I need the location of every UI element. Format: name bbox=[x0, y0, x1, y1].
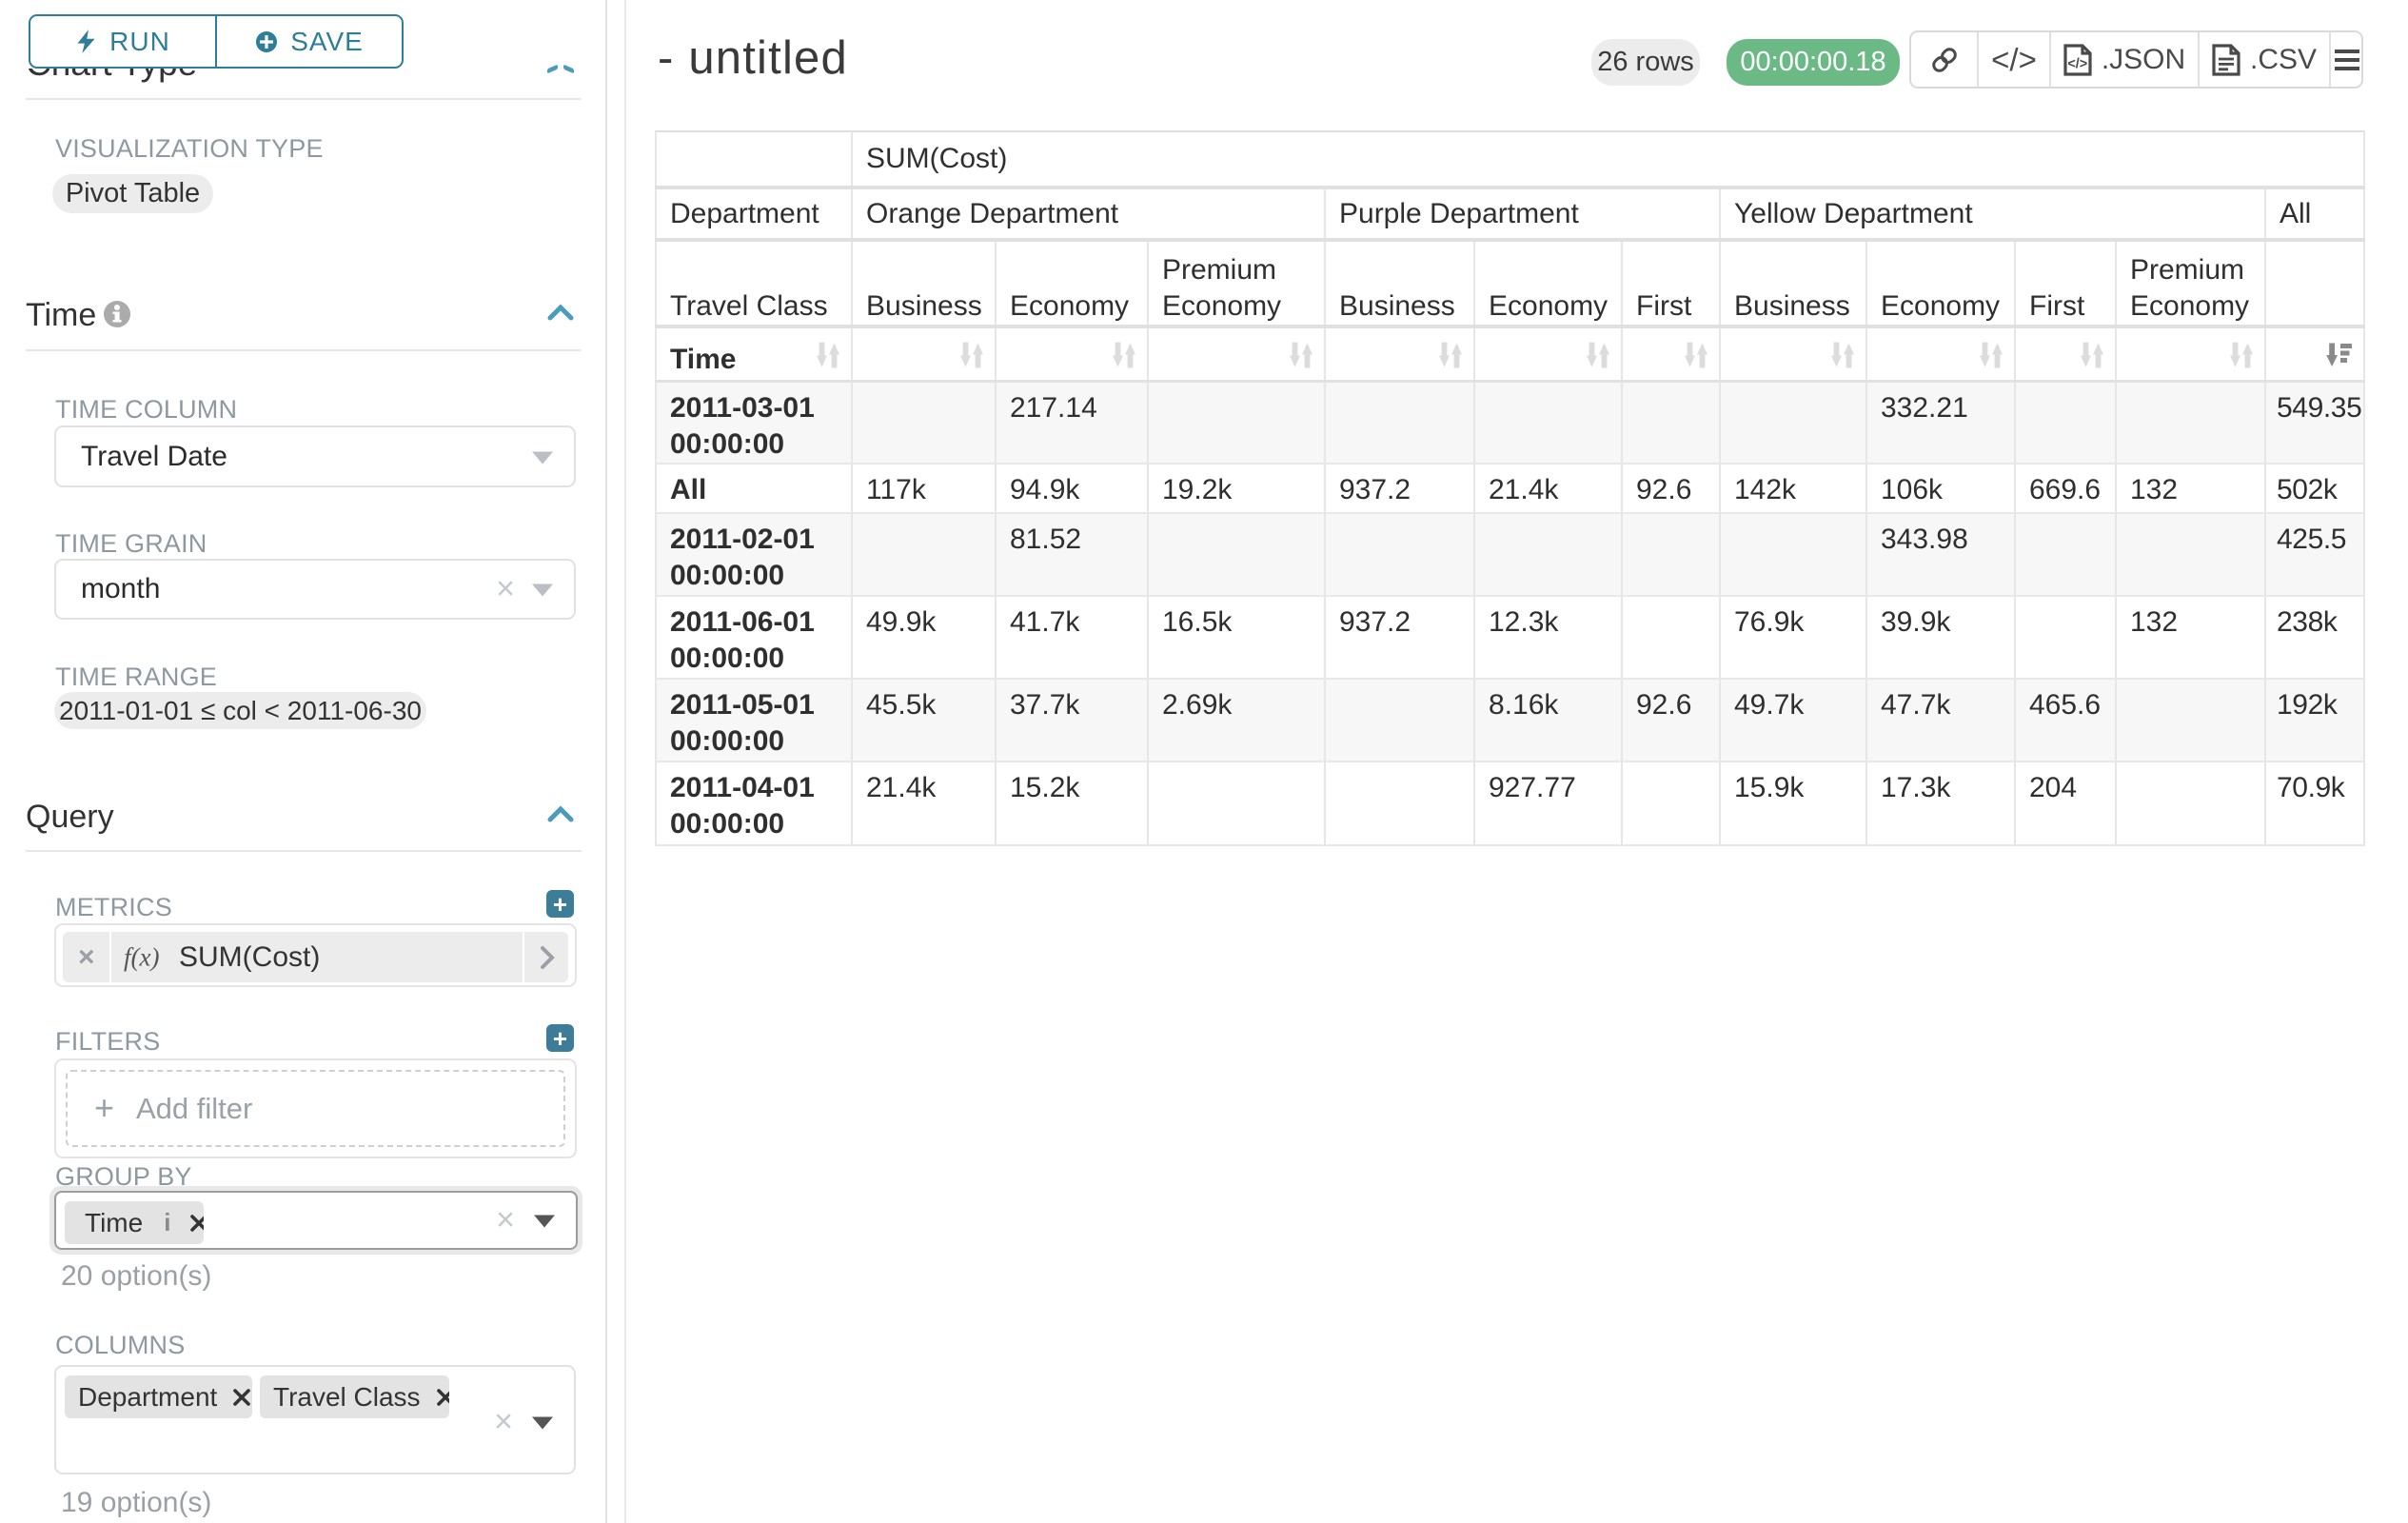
svg-text:</>: </> bbox=[2067, 56, 2087, 71]
